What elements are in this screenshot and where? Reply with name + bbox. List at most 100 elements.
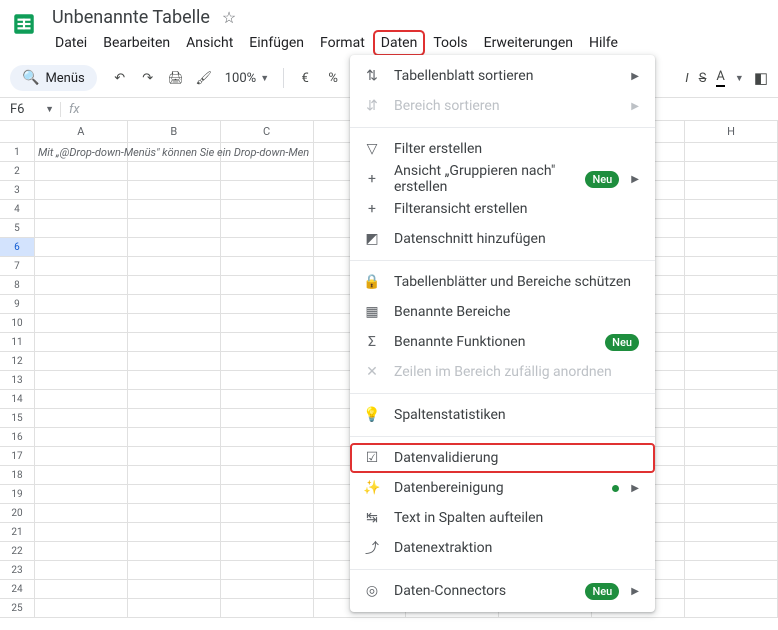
cell[interactable] xyxy=(128,523,221,542)
cell[interactable] xyxy=(35,295,128,314)
cell[interactable] xyxy=(128,257,221,276)
menu-einfügen[interactable]: Einfügen xyxy=(242,31,311,55)
row-header[interactable]: 6 xyxy=(0,238,35,257)
menu-bearbeiten[interactable]: Bearbeiten xyxy=(96,31,177,55)
cell[interactable]: Mit „@Drop-down-Menüs" können Sie ein Dr… xyxy=(35,143,128,162)
row-header[interactable]: 8 xyxy=(0,276,35,295)
cell[interactable] xyxy=(685,542,778,561)
cell[interactable] xyxy=(685,219,778,238)
cell[interactable] xyxy=(685,523,778,542)
cell[interactable] xyxy=(128,561,221,580)
menu-datei[interactable]: Datei xyxy=(48,31,94,55)
row-header[interactable]: 18 xyxy=(0,466,35,485)
cell[interactable] xyxy=(685,466,778,485)
cell[interactable] xyxy=(221,428,314,447)
cell[interactable] xyxy=(35,580,128,599)
cell[interactable] xyxy=(685,428,778,447)
cell[interactable] xyxy=(35,333,128,352)
name-box[interactable]: F6▼ xyxy=(0,102,60,117)
cell[interactable] xyxy=(35,561,128,580)
cell[interactable] xyxy=(35,257,128,276)
strikethrough-button[interactable]: S xyxy=(699,71,707,86)
cell[interactable] xyxy=(128,466,221,485)
cell[interactable] xyxy=(35,466,128,485)
cell[interactable] xyxy=(35,409,128,428)
col-header[interactable]: B xyxy=(128,121,221,142)
menu-item-benannte-bereiche[interactable]: ▦Benannte Bereiche xyxy=(350,297,655,327)
cell[interactable] xyxy=(685,333,778,352)
percent-button[interactable]: % xyxy=(322,67,344,89)
menu-item-text-in-spalten-aufteilen[interactable]: ↹Text in Spalten aufteilen xyxy=(350,503,655,533)
cell[interactable] xyxy=(128,371,221,390)
row-header[interactable]: 20 xyxy=(0,504,35,523)
cell[interactable] xyxy=(128,276,221,295)
menu-item-filter-erstellen[interactable]: ▽Filter erstellen xyxy=(350,134,655,164)
cell[interactable] xyxy=(685,485,778,504)
cell[interactable] xyxy=(221,542,314,561)
cell[interactable] xyxy=(128,599,221,618)
cell[interactable] xyxy=(221,333,314,352)
cell[interactable] xyxy=(128,219,221,238)
cell[interactable] xyxy=(35,523,128,542)
cell[interactable] xyxy=(128,485,221,504)
menu-format[interactable]: Format xyxy=(313,31,372,55)
cell[interactable] xyxy=(221,390,314,409)
cell[interactable] xyxy=(128,162,221,181)
fill-color-button[interactable]: ◧ xyxy=(754,69,768,87)
menu-item-datenschnitt-hinzuf-gen[interactable]: ◩Datenschnitt hinzufügen xyxy=(350,224,655,254)
menu-daten[interactable]: Daten xyxy=(374,31,425,55)
menu-hilfe[interactable]: Hilfe xyxy=(582,31,625,55)
zoom-select[interactable]: 100%▼ xyxy=(221,71,273,86)
cell[interactable] xyxy=(685,390,778,409)
cell[interactable] xyxy=(685,371,778,390)
row-header[interactable]: 19 xyxy=(0,485,35,504)
menu-search[interactable]: 🔍 Menüs xyxy=(10,65,97,91)
cell[interactable] xyxy=(685,200,778,219)
row-header[interactable]: 23 xyxy=(0,561,35,580)
row-header[interactable]: 3 xyxy=(0,181,35,200)
cell[interactable] xyxy=(35,447,128,466)
cell[interactable] xyxy=(128,295,221,314)
cell[interactable] xyxy=(221,523,314,542)
row-header[interactable]: 24 xyxy=(0,580,35,599)
row-header[interactable]: 7 xyxy=(0,257,35,276)
cell[interactable] xyxy=(685,257,778,276)
row-header[interactable]: 16 xyxy=(0,428,35,447)
cell[interactable] xyxy=(221,466,314,485)
cell[interactable] xyxy=(128,333,221,352)
currency-button[interactable]: € xyxy=(294,67,316,89)
row-header[interactable]: 15 xyxy=(0,409,35,428)
menu-ansicht[interactable]: Ansicht xyxy=(179,31,240,55)
cell[interactable] xyxy=(35,181,128,200)
cell[interactable] xyxy=(221,162,314,181)
text-color-button[interactable]: A xyxy=(716,69,724,87)
menu-item-datenbereinigung[interactable]: ✨Datenbereinigung▶ xyxy=(350,473,655,503)
cell[interactable] xyxy=(128,200,221,219)
cell[interactable] xyxy=(35,200,128,219)
cell[interactable] xyxy=(221,504,314,523)
menu-item-filteransicht-erstellen[interactable]: +Filteransicht erstellen xyxy=(350,194,655,224)
row-header[interactable]: 5 xyxy=(0,219,35,238)
menu-tools[interactable]: Tools xyxy=(426,31,474,55)
cell[interactable] xyxy=(35,371,128,390)
menu-item-tabellenbl-tter-und-bereiche-sch-tzen[interactable]: 🔒Tabellenblätter und Bereiche schützen xyxy=(350,267,655,297)
row-header[interactable]: 1 xyxy=(0,143,35,162)
cell[interactable] xyxy=(685,143,778,162)
menu-item-spaltenstatistiken[interactable]: 💡Spaltenstatistiken xyxy=(350,400,655,430)
row-header[interactable]: 13 xyxy=(0,371,35,390)
cell[interactable] xyxy=(221,485,314,504)
cell[interactable] xyxy=(35,428,128,447)
cell[interactable] xyxy=(685,599,778,618)
cell[interactable] xyxy=(35,219,128,238)
cell[interactable] xyxy=(128,352,221,371)
cell[interactable] xyxy=(35,314,128,333)
menu-item-ansicht-gruppieren-nach-erstellen[interactable]: +Ansicht „Gruppieren nach" erstellenNeu▶ xyxy=(350,164,655,194)
cell[interactable] xyxy=(221,409,314,428)
cell[interactable] xyxy=(128,409,221,428)
cell[interactable] xyxy=(35,390,128,409)
menu-item-datenvalidierung[interactable]: ☑Datenvalidierung xyxy=(350,443,655,473)
cell[interactable] xyxy=(221,580,314,599)
cell[interactable] xyxy=(221,295,314,314)
row-header[interactable]: 12 xyxy=(0,352,35,371)
doc-title[interactable]: Unbenannte Tabelle xyxy=(48,6,214,29)
